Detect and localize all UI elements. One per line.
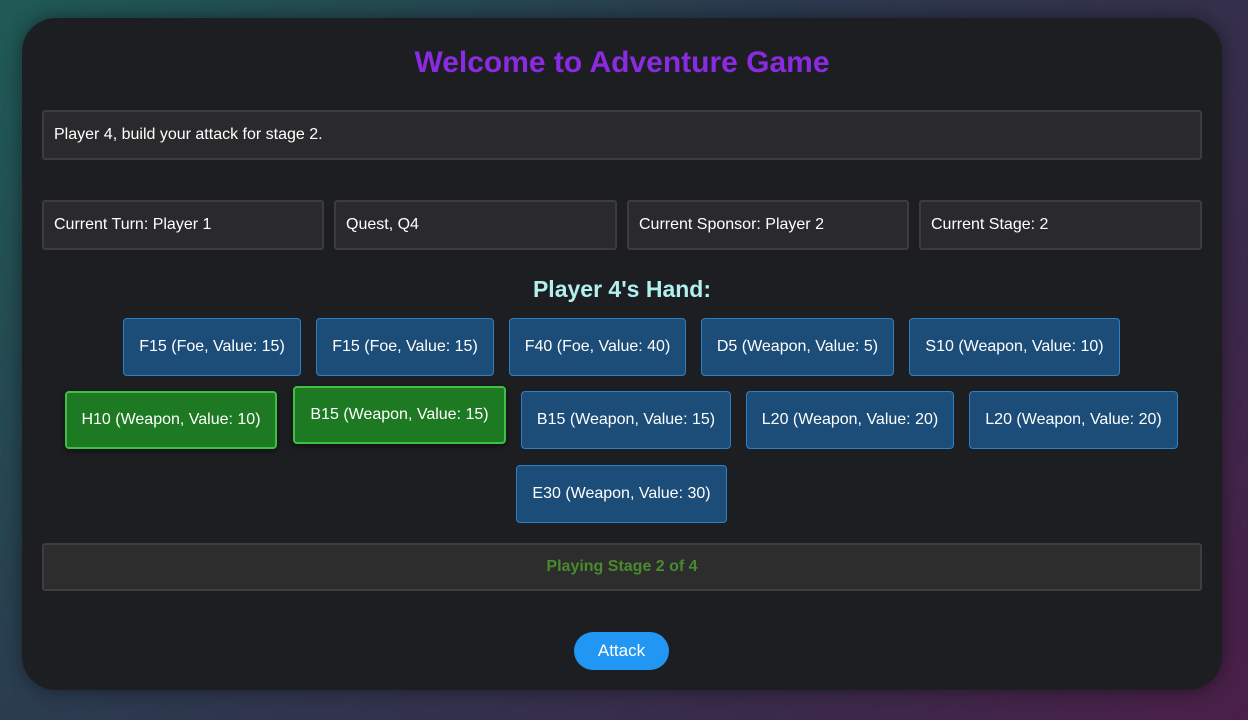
hand-card-9[interactable]: L20 (Weapon, Value: 20)	[746, 391, 954, 449]
hand-title: Player 4's Hand:	[532, 276, 712, 302]
hand-card-5[interactable]: S10 (Weapon, Value: 10)	[909, 318, 1120, 376]
current-sponsor-box: Current Sponsor: Player 2	[627, 200, 909, 250]
message-box: Player 4, build your attack for stage 2.	[42, 110, 1202, 160]
stage-status-bar: Playing Stage 2 of 4	[42, 543, 1202, 591]
hand-card-3[interactable]: F40 (Foe, Value: 40)	[509, 318, 686, 376]
hand-card-11[interactable]: E30 (Weapon, Value: 30)	[516, 465, 727, 523]
quest-box: Quest, Q4	[334, 200, 617, 250]
page-title: Welcome to Adventure Game	[414, 46, 830, 79]
attack-button[interactable]: Attack	[574, 632, 669, 670]
game-panel: Welcome to Adventure Game Player 4, buil…	[22, 18, 1222, 690]
hand-card-8[interactable]: B15 (Weapon, Value: 15)	[521, 391, 731, 449]
hand-card-1[interactable]: F15 (Foe, Value: 15)	[123, 318, 301, 376]
hand-card-7[interactable]: B15 (Weapon, Value: 15)	[293, 386, 506, 444]
hand-card-2[interactable]: F15 (Foe, Value: 15)	[316, 318, 494, 376]
hand-card-10[interactable]: L20 (Weapon, Value: 20)	[969, 391, 1178, 449]
current-turn-box: Current Turn: Player 1	[42, 200, 324, 250]
hand-card-4[interactable]: D5 (Weapon, Value: 5)	[701, 318, 894, 376]
current-stage-box: Current Stage: 2	[919, 200, 1202, 250]
hand-card-6[interactable]: H10 (Weapon, Value: 10)	[65, 391, 277, 449]
